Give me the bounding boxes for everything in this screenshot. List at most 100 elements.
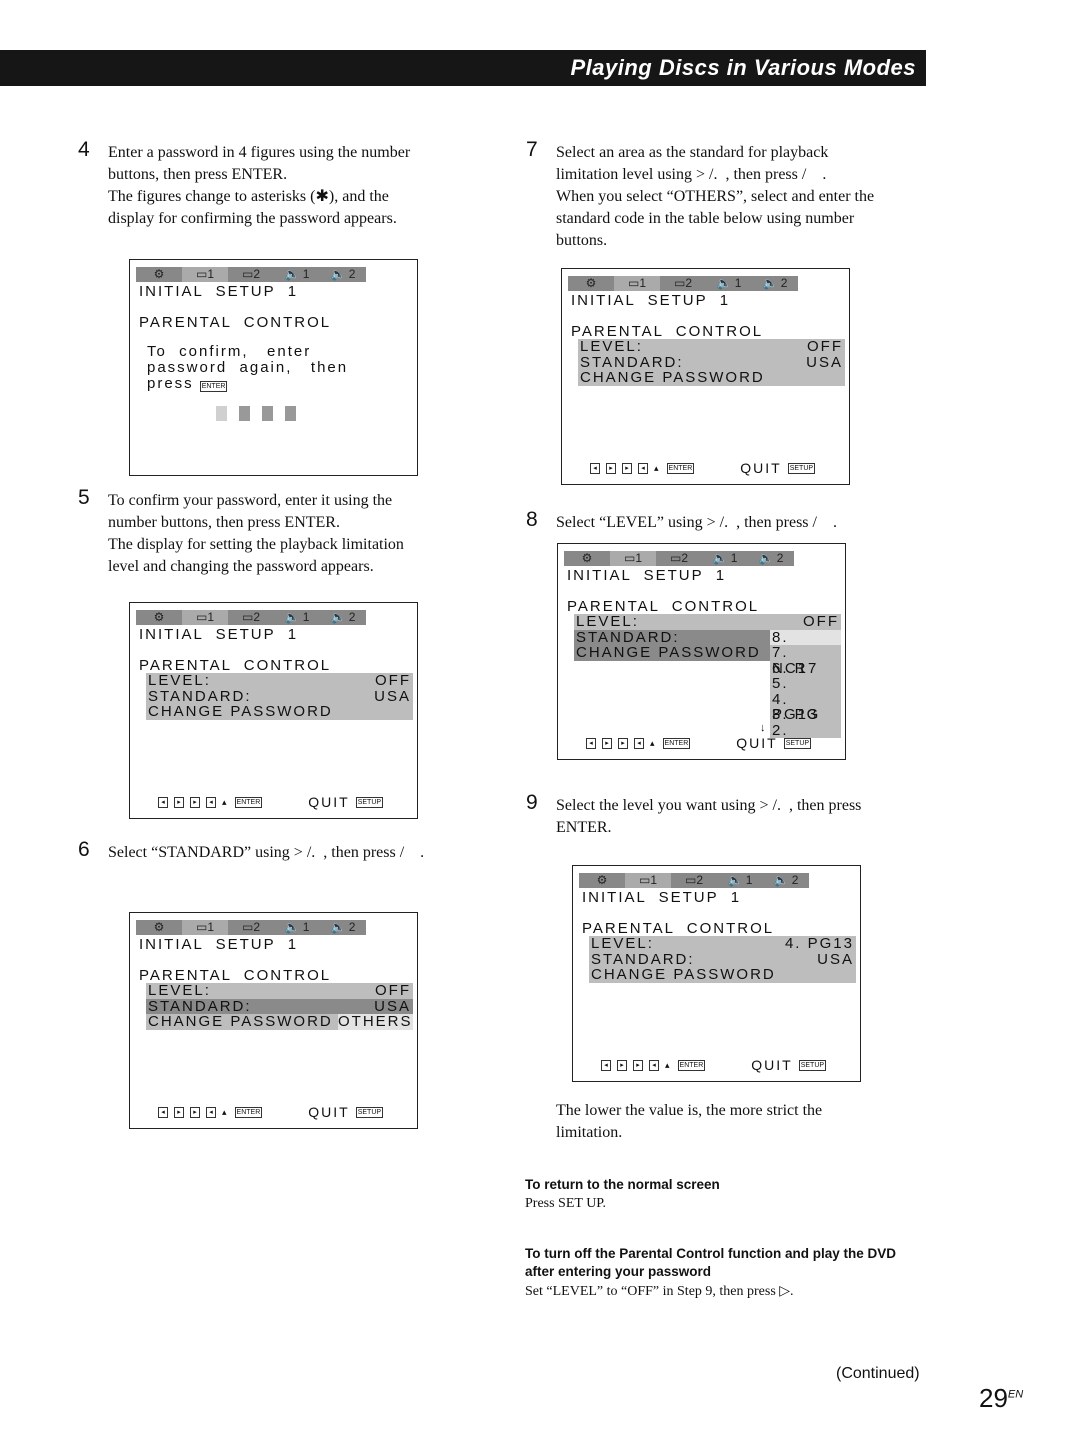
quit-label: QUIT [308, 794, 350, 810]
osd-menu-row: STANDARD: [574, 628, 770, 646]
osd-tab-bar: ⚙ ▭1 ▭2 🔈 1 🔈 2 [136, 920, 366, 935]
setup-key-icon: SETUP [355, 1106, 384, 1118]
row-label: CHANGE PASSWORD [148, 703, 333, 720]
osd-tab: ▭2 [241, 267, 260, 281]
osd-tab: ▭1 [625, 873, 671, 888]
osd-title: INITIAL SETUP 1 [571, 292, 731, 309]
password-digit-box [239, 406, 250, 421]
scroll-down-arrow-icon: ↓ [760, 722, 768, 734]
arrow-key-icon: ▸ [174, 1106, 184, 1118]
osd-footer: ◂ ▸ ▸ ◂ ▴ ENTER QUIT SETUP [586, 735, 812, 751]
level-option[interactable]: 8. [770, 629, 841, 645]
note-text: The lower the value is, the more strict … [556, 1102, 823, 1141]
select-arrow-icon: ▴ [222, 1106, 229, 1117]
osd-tab: ⚙ [153, 267, 165, 281]
osd-tab: ⚙ [596, 873, 608, 887]
osd-confirm-message: To confirm, enter password again, then p… [147, 344, 348, 392]
arrow-key-icon: ◂ [601, 1059, 611, 1071]
enter-key-icon: ENTER [199, 381, 228, 392]
enter-key-icon: ENTER [666, 462, 695, 474]
osd-tab: 🔈 2 [330, 920, 356, 934]
level-option[interactable]: 4. PG13 [770, 691, 841, 722]
arrow-key-icon: ▸ [606, 462, 616, 474]
row-label: LEVEL: [591, 935, 654, 952]
step-number: 6 [78, 838, 90, 861]
osd-title: INITIAL SETUP 1 [139, 936, 299, 953]
row-label: STANDARD: [576, 628, 680, 646]
arrow-key-icon: ◂ [206, 1106, 216, 1118]
continued-label: (Continued) [836, 1365, 920, 1382]
arrow-key-icon: ◂ [634, 737, 644, 749]
row-label: STANDARD: [148, 997, 252, 1015]
level-option[interactable]: 6. R [770, 660, 841, 677]
level-off-value: OFF [770, 614, 841, 630]
osd-menu-row: CHANGE PASSWORD [589, 967, 856, 983]
osd-footer: ◂ ▸ ▸ ◂ ▴ ENTER QUIT SETUP [158, 1104, 384, 1120]
subheading-turn-off: To turn off the Parental Control functio… [525, 1246, 896, 1279]
row-label: CHANGE PASSWORD [591, 966, 776, 983]
row-label: STANDARD: [148, 687, 252, 705]
osd-tab: ⚙ [153, 920, 165, 934]
osd-tab: 🔈 1 [284, 267, 310, 281]
osd-screen: ⚙ ▭1 ▭2 🔈 1 🔈 2 INITIAL SETUP 1 PARENTAL CONTR… [561, 268, 850, 485]
setup-key-icon: SETUP [783, 737, 812, 749]
osd-tab: 🔈 1 [284, 920, 310, 934]
osd-tab: ▭1 [610, 551, 656, 566]
osd-tab: ▭1 [182, 267, 228, 282]
osd-tab: ▭2 [241, 920, 260, 934]
osd-footer: ◂ ▸ ▸ ◂ ▴ ENTER QUIT SETUP [590, 460, 816, 476]
row-label: CHANGE PASSWORD [576, 644, 761, 661]
osd-tab-bar: ⚙ ▭1 ▭2 🔈 1 🔈 2 [579, 873, 809, 888]
enter-key-icon: ENTER [677, 1059, 706, 1071]
quit-label: QUIT [308, 1104, 350, 1120]
select-arrow-icon: ▴ [665, 1059, 672, 1070]
osd-tab: 🔈 1 [727, 873, 753, 887]
row-label: STANDARD: [591, 950, 695, 968]
osd-screen: ⚙ ▭1 ▭2 🔈 1 🔈 2 INITIAL SETUP 1 PARENTAL CONTR… [572, 865, 861, 1082]
osd-menu-row: STANDARD: USA [146, 997, 413, 1015]
osd-tab: ▭2 [241, 610, 260, 624]
setup-key-icon: SETUP [787, 462, 816, 474]
arrow-key-icon: ▸ [617, 1059, 627, 1071]
step-text: Select “STANDARD” using > /. , then pres… [108, 844, 425, 861]
osd-tab-bar: ⚙ ▭1 ▭2 🔈 1 🔈 2 [564, 551, 794, 566]
osd-screen: ⚙ ▭1 ▭2 🔈 1 🔈 2 INITIAL SETUP 1 PARENTAL CONTR… [129, 912, 418, 1129]
osd-title: INITIAL SETUP 1 [582, 889, 742, 906]
step-number: 7 [526, 138, 538, 161]
row-label: STANDARD: [580, 353, 684, 371]
osd-section: PARENTAL CONTROL [139, 314, 332, 331]
row-value: OFF [375, 982, 411, 999]
osd-tab: 🔈 1 [712, 551, 738, 565]
level-option[interactable]: 7. NC17 [770, 645, 841, 676]
enter-key-icon: ENTER [234, 1106, 263, 1118]
step-text: Select an area as the standard for playb… [556, 144, 875, 249]
osd-menu-row: CHANGE PASSWORD [578, 370, 845, 386]
osd-tab-bar: ⚙ ▭1 ▭2 🔈 1 🔈 2 [136, 267, 366, 282]
row-label: CHANGE PASSWORD [580, 369, 765, 386]
page-number: 29EN [979, 1383, 1023, 1414]
arrow-key-icon: ◂ [649, 1059, 659, 1071]
osd-screen: ⚙ ▭1 ▭2 🔈 1 🔈 2 INITIAL SETUP 1 PARENTAL CONTR… [557, 543, 846, 760]
osd-tab: ▭1 [614, 276, 660, 291]
osd-tab: 🔈 1 [716, 276, 742, 290]
manual-page: Playing Discs in Various Modes 4 Enter a … [0, 0, 1080, 1439]
setup-key-icon: SETUP [355, 796, 384, 808]
osd-menu-rows: LEVEL: OFF STANDARD: USA CHANGE PASSWORD [146, 673, 413, 720]
osd-menu-row: LEVEL: OFF [146, 983, 413, 999]
subheading-return: To return to the normal screen [525, 1177, 720, 1192]
osd-tab: ▭1 [182, 610, 228, 625]
subtext-turn-off: Set “LEVEL” to “OFF” in Step 9, then pre… [525, 1284, 794, 1299]
level-option[interactable]: 5. [770, 676, 841, 692]
arrow-key-icon: ▸ [602, 737, 612, 749]
confirm-text: To confirm, enter password again, then p… [147, 343, 349, 392]
password-digit-box [216, 406, 227, 421]
quit-label: QUIT [736, 735, 778, 751]
password-digit-box [262, 406, 273, 421]
quit-label: QUIT [751, 1057, 793, 1073]
osd-tab: ⚙ [153, 610, 165, 624]
level-option[interactable]: 3. PG [770, 707, 841, 723]
step-number: 4 [78, 138, 90, 161]
standard-option-others[interactable]: OTHERS [338, 1014, 413, 1030]
osd-menu-row: LEVEL: 4. PG13 [589, 936, 856, 952]
level-options-list: 8. 7. NC17 6. R 5. 4. PG13 3. PG 2. [770, 629, 841, 738]
